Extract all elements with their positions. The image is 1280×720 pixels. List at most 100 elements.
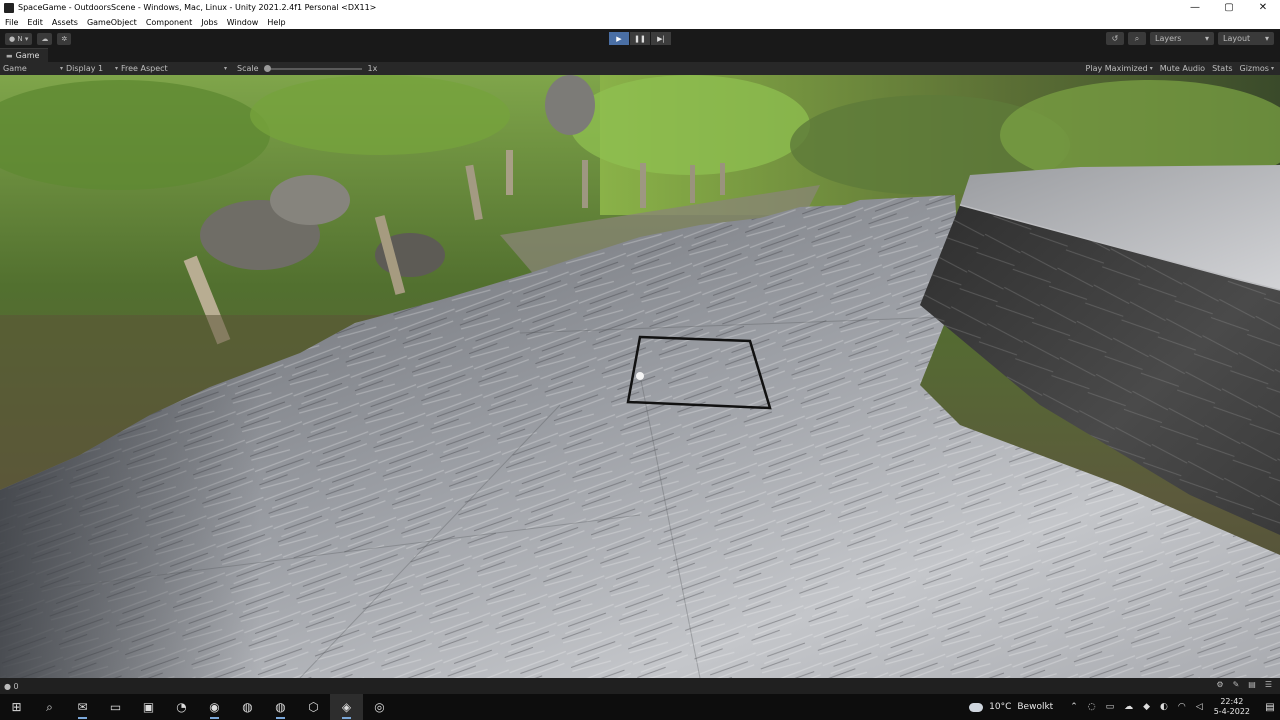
- info-icon: ●: [4, 681, 14, 691]
- search-icon: ⌕: [1134, 33, 1140, 43]
- scale-label: Scale: [237, 64, 259, 73]
- file-explorer-icon[interactable]: ▭: [99, 694, 132, 720]
- store-icon[interactable]: ▣: [132, 694, 165, 720]
- game-view-options: Play Maximized ▾ Mute Audio Stats Gizmos…: [1079, 62, 1274, 75]
- status-bar: ● 0 ⚙ ✎ ▤ ☰: [0, 678, 1280, 694]
- aspect-dropdown[interactable]: Free Aspect ▾: [121, 64, 227, 73]
- layers-label: Layers: [1155, 34, 1182, 43]
- play-maximized-toggle[interactable]: Play Maximized: [1086, 64, 1148, 73]
- display-label: Display 1: [66, 64, 104, 73]
- menu-help[interactable]: Help: [267, 18, 285, 27]
- chevron-up-icon[interactable]: ⌃: [1070, 702, 1078, 712]
- nvidia-icon[interactable]: ◆: [1143, 702, 1150, 712]
- step-icon: ▶|: [657, 34, 665, 43]
- gamepad-icon: ▬: [6, 51, 13, 60]
- status-icons: ⚙ ✎ ▤ ☰: [1207, 680, 1272, 689]
- play-button[interactable]: ▶: [609, 32, 629, 45]
- weather-temp: 10°C: [989, 702, 1012, 712]
- game-viewport[interactable]: [0, 75, 1280, 678]
- wifi-icon[interactable]: ◠: [1178, 702, 1186, 712]
- unity-logo-icon: [4, 2, 14, 13]
- clock[interactable]: 22:42 5-4-2022: [1214, 697, 1250, 717]
- clock-date: 5-4-2022: [1213, 707, 1250, 716]
- notification-icon: ▤: [1265, 701, 1275, 713]
- tab-game[interactable]: ▬ Game: [0, 48, 48, 62]
- pause-icon: ❚❚: [634, 34, 646, 43]
- collab-button[interactable]: ✲: [57, 32, 72, 45]
- chevron-down-icon: ▾: [1264, 34, 1269, 43]
- chrome-icon[interactable]: ◍: [231, 694, 264, 720]
- maximize-button[interactable]: ▢: [1212, 0, 1246, 15]
- cloud-icon: [969, 702, 984, 712]
- menu-assets[interactable]: Assets: [52, 18, 78, 27]
- gizmos-toggle[interactable]: Gizmos: [1240, 64, 1269, 73]
- play-icon: ▶: [616, 34, 622, 43]
- chevron-down-icon: ▾: [59, 65, 63, 72]
- scale-value: 1x: [367, 64, 378, 73]
- discord-icon[interactable]: ◉: [198, 694, 231, 720]
- tray-app-icon[interactable]: ◌: [1088, 702, 1096, 712]
- scale-slider[interactable]: [263, 64, 362, 72]
- lighting-icon[interactable]: ▤: [1248, 680, 1256, 689]
- unity-hub-icon[interactable]: ⬡: [297, 694, 330, 720]
- network-icon[interactable]: ▭: [1106, 702, 1115, 712]
- layout-dropdown[interactable]: Layout ▾: [1218, 32, 1274, 45]
- search-button[interactable]: ⌕: [1128, 32, 1146, 45]
- cloud-button[interactable]: ☁: [37, 32, 53, 45]
- volume-icon[interactable]: ◁: [1196, 702, 1203, 712]
- crosshair-dot: [636, 372, 644, 380]
- chevron-down-icon: ▾: [114, 65, 118, 72]
- steam-icon[interactable]: ◐: [1160, 702, 1168, 712]
- search-icon[interactable]: ⌕: [33, 694, 66, 720]
- system-tray: 10°C Bewolkt ⌃ ◌ ▭ ☁ ◆ ◐ ◠ ◁ 22:42 5-4-2…: [969, 694, 1280, 720]
- menu-gameobject[interactable]: GameObject: [87, 18, 137, 27]
- account-dropdown[interactable]: ● N ▾: [5, 32, 33, 45]
- menu-component[interactable]: Component: [146, 18, 192, 27]
- chevron-down-icon: ▾: [1204, 34, 1209, 43]
- clock-time: 22:42: [1220, 697, 1244, 706]
- menu-window[interactable]: Window: [227, 18, 259, 27]
- chevron-down-icon: ▾: [1149, 65, 1153, 72]
- windows-taskbar: ⊞ ⌕ ✉ ▭ ▣ ◔ ◉ ◍ ◍ ⬡ ◈ ◎ 10°C Bewolkt ⌃ ◌…: [0, 694, 1280, 720]
- mail-icon[interactable]: ✉: [66, 694, 99, 720]
- undo-history-button[interactable]: ↺: [1106, 32, 1124, 45]
- chevron-down-icon: ▾: [1270, 65, 1274, 72]
- weather-widget[interactable]: 10°C Bewolkt: [969, 702, 1053, 712]
- menu-jobs[interactable]: Jobs: [201, 18, 218, 27]
- chrome-profile-icon[interactable]: ◍: [264, 694, 297, 720]
- history-icon: ↺: [1111, 34, 1119, 43]
- scale-control: Scale 1x: [237, 64, 377, 73]
- chevron-down-icon: ▾: [223, 65, 227, 72]
- play-controls: ▶ ❚❚ ▶|: [609, 32, 672, 45]
- menu-bar: File Edit Assets GameObject Component Jo…: [0, 15, 1280, 29]
- notification-center-button[interactable]: ▤: [1260, 702, 1280, 713]
- console-count[interactable]: 0: [14, 682, 19, 691]
- menu-file[interactable]: File: [5, 18, 18, 27]
- cache-icon[interactable]: ⚙: [1216, 680, 1223, 689]
- layout-label: Layout: [1223, 34, 1251, 43]
- close-button[interactable]: ✕: [1246, 0, 1280, 15]
- stats-toggle[interactable]: Stats: [1212, 64, 1232, 73]
- pause-button[interactable]: ❚❚: [630, 32, 650, 45]
- obs-icon[interactable]: ◎: [363, 694, 396, 720]
- blender-icon[interactable]: ◔: [165, 694, 198, 720]
- tab-bar: ▬ Game: [0, 48, 1280, 62]
- windows-start-icon[interactable]: ⊞: [0, 694, 33, 720]
- cloud-icon: ☁: [41, 34, 49, 43]
- window-title-bar: SpaceGame - OutdoorsScene - Windows, Mac…: [0, 0, 1280, 15]
- weather-text: Bewolkt: [1017, 702, 1054, 712]
- step-button[interactable]: ▶|: [651, 32, 671, 45]
- bug-icon[interactable]: ✎: [1233, 680, 1240, 689]
- mute-audio-toggle[interactable]: Mute Audio: [1160, 64, 1205, 73]
- scale-slider-handle[interactable]: [263, 64, 271, 72]
- onedrive-icon[interactable]: ☁: [1124, 702, 1133, 712]
- minimize-button[interactable]: —: [1178, 0, 1212, 15]
- settings-icon[interactable]: ☰: [1265, 680, 1272, 689]
- tab-game-label: Game: [15, 51, 40, 60]
- menu-edit[interactable]: Edit: [27, 18, 43, 27]
- game-scene-render: [0, 75, 1280, 678]
- layers-dropdown[interactable]: Layers ▾: [1150, 32, 1214, 45]
- unity-editor-icon[interactable]: ◈: [330, 694, 363, 720]
- display-dropdown[interactable]: Display 1 ▾: [66, 64, 118, 73]
- game-mode-dropdown[interactable]: Game ▾: [3, 64, 63, 73]
